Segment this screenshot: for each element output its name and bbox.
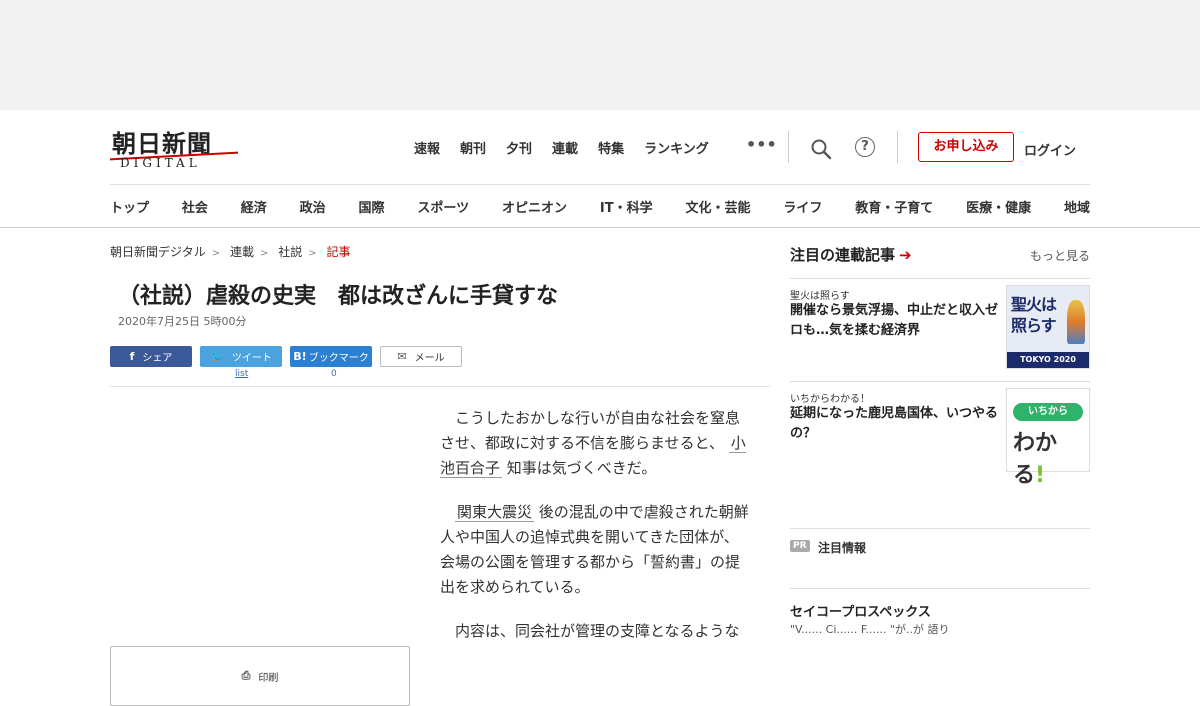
thumbnail-pill: いちから <box>1013 403 1083 421</box>
thumbnail-title: わかる! <box>1013 431 1058 488</box>
mail-button[interactable]: ✉ メール <box>380 346 462 367</box>
twitter-icon: 🐦 <box>210 350 224 363</box>
facebook-icon: f <box>129 350 135 363</box>
nav-rensai[interactable]: 連載 <box>552 138 578 157</box>
article-date: 2020年7月25日 5時00分 <box>118 315 247 328</box>
help-icon[interactable]: ? <box>855 137 875 157</box>
twitter-share-button[interactable]: 🐦 ツイート <box>200 346 282 367</box>
pr-section: PR 注目情報 <box>790 528 1090 588</box>
hatena-bookmark-button[interactable]: B! ブックマーク <box>290 346 372 367</box>
facebook-share-label: シェア <box>142 353 173 364</box>
cat-sports[interactable]: スポーツ <box>417 197 469 216</box>
cat-education[interactable]: 教育・子育て <box>855 197 933 216</box>
article-title: （社説）虐殺の史実 都は改ざんに手貸すな <box>118 284 559 309</box>
site-header: 朝日新聞 DIGITAL 速報 朝刊 夕刊 連載 特集 ランキング ••• ? … <box>0 110 1200 228</box>
twitter-count[interactable]: list <box>235 369 248 379</box>
cat-international[interactable]: 国際 <box>359 197 385 216</box>
paragraph: 内容は、同会社が管理の支障となるような <box>455 622 740 640</box>
divider <box>110 386 770 387</box>
pr-item[interactable]: セイコープロスペックス "V...... Ci...... F...... "が… <box>790 588 1090 636</box>
term-link-kanto-earthquake[interactable]: 関東大震災 <box>455 503 535 522</box>
cat-health[interactable]: 医療・健康 <box>966 197 1031 216</box>
thumbnail-subtitle: TOKYO 2020 <box>1007 352 1089 368</box>
hatena-bookmark-label: ブックマーク <box>308 353 369 364</box>
subscribe-button[interactable]: お申し込み <box>918 132 1014 162</box>
cat-region[interactable]: 地域 <box>1064 197 1090 216</box>
breadcrumb-rensai[interactable]: 連載 <box>230 245 254 259</box>
logo-english: DIGITAL <box>120 156 201 170</box>
divider <box>897 131 898 163</box>
thumbnail-title: 聖火は照らす <box>1011 295 1057 335</box>
facebook-share-button[interactable]: f シェア <box>110 346 192 367</box>
nav-yukan[interactable]: 夕刊 <box>506 138 532 157</box>
arrow-right-icon: ➔ <box>899 246 912 264</box>
paragraph: 関東大震災 後の混乱の中で虐殺された朝鮮人や中国人の追悼式典を開いてきた団体が、… <box>440 503 749 596</box>
hatena-count: 0 <box>331 369 337 379</box>
featured-article-card[interactable]: 聖火は照らす 開催なら景気浮揚、中止だと収入ゼロも…気を揉む経済界 聖火は照らす… <box>790 278 1090 369</box>
nav-tokushu[interactable]: 特集 <box>598 138 624 157</box>
breadcrumb-editorial[interactable]: 社説 <box>278 245 302 259</box>
category-divider <box>110 184 1090 185</box>
pr-badge: PR <box>790 540 810 552</box>
twitter-share-label: ツイート <box>231 353 272 364</box>
torch-icon <box>1067 300 1085 344</box>
cat-politics[interactable]: 政治 <box>300 197 326 216</box>
print-icon: ⎙ <box>241 669 251 682</box>
pr-heading: 注目情報 <box>818 541 867 555</box>
print-label: 印刷 <box>258 672 279 684</box>
nav-sokuho[interactable]: 速報 <box>414 138 440 157</box>
cat-economy[interactable]: 経済 <box>241 197 267 216</box>
more-link[interactable]: もっと見る <box>1030 247 1090 264</box>
cat-it-science[interactable]: IT・科学 <box>600 197 653 216</box>
share-bar: f シェア 🐦 ツイート B! ブックマーク ✉ メール ⎙ 印刷 <box>110 346 470 706</box>
card-headline[interactable]: 延期になった鹿児島国体、いつやるの？ <box>790 404 1000 444</box>
nav-ranking[interactable]: ランキング <box>644 138 709 157</box>
card-thumbnail[interactable]: 聖火は照らす TOKYO 2020 <box>1006 285 1090 369</box>
card-kicker: いちからわかる！ <box>790 394 870 405</box>
site-logo[interactable]: 朝日新聞 DIGITAL <box>110 124 250 170</box>
card-headline[interactable]: 開催なら景気浮揚、中止だと収入ゼロも…気を揉む経済界 <box>790 301 1000 341</box>
cat-top[interactable]: トップ <box>110 197 149 216</box>
article-body: こうしたおかしな行いが自由な社会を窒息させ、都政に対する不信を膨らませると、 小… <box>440 406 750 663</box>
card-thumbnail[interactable]: いちから わかる! <box>1006 388 1090 488</box>
mail-label: メール <box>414 353 445 364</box>
category-navigation: トップ 社会 経済 政治 国際 スポーツ オピニオン IT・科学 文化・芸能 ラ… <box>110 197 1090 216</box>
search-icon[interactable] <box>810 138 832 160</box>
card-kicker: 聖火は照らす <box>790 291 850 302</box>
print-button[interactable]: ⎙ 印刷 <box>110 646 410 706</box>
breadcrumb-home[interactable]: 朝日新聞デジタル <box>110 245 206 259</box>
top-navigation: 速報 朝刊 夕刊 連載 特集 ランキング <box>414 138 729 157</box>
nav-choukan[interactable]: 朝刊 <box>460 138 486 157</box>
mail-icon: ✉ <box>397 350 407 363</box>
cat-life[interactable]: ライフ <box>783 197 822 216</box>
featured-article-card[interactable]: いちからわかる！ 延期になった鹿児島国体、いつやるの？ いちから わかる! <box>790 381 1090 488</box>
paragraph: こうしたおかしな行いが自由な社会を窒息させ、都政に対する不信を膨らませると、 小… <box>440 409 746 478</box>
login-link[interactable]: ログイン <box>1024 140 1076 159</box>
breadcrumb: 朝日新聞デジタル > 連載 > 社説 > 記事 <box>110 245 351 259</box>
breadcrumb-current: 記事 <box>326 245 351 259</box>
pr-item-title[interactable]: セイコープロスペックス <box>790 601 931 620</box>
hatena-icon: B! <box>293 350 307 363</box>
cat-culture[interactable]: 文化・芸能 <box>685 197 750 216</box>
more-menu-icon[interactable]: ••• <box>746 135 777 154</box>
divider <box>788 131 789 163</box>
cat-society[interactable]: 社会 <box>182 197 208 216</box>
pr-item-subtitle: "V...... Ci...... F...... "が..が 語り <box>790 623 950 636</box>
sidebar-heading[interactable]: 注目の連載記事 ➔ <box>790 244 912 265</box>
cat-opinion[interactable]: オピニオン <box>502 197 567 216</box>
advertisement-banner <box>0 0 1200 110</box>
